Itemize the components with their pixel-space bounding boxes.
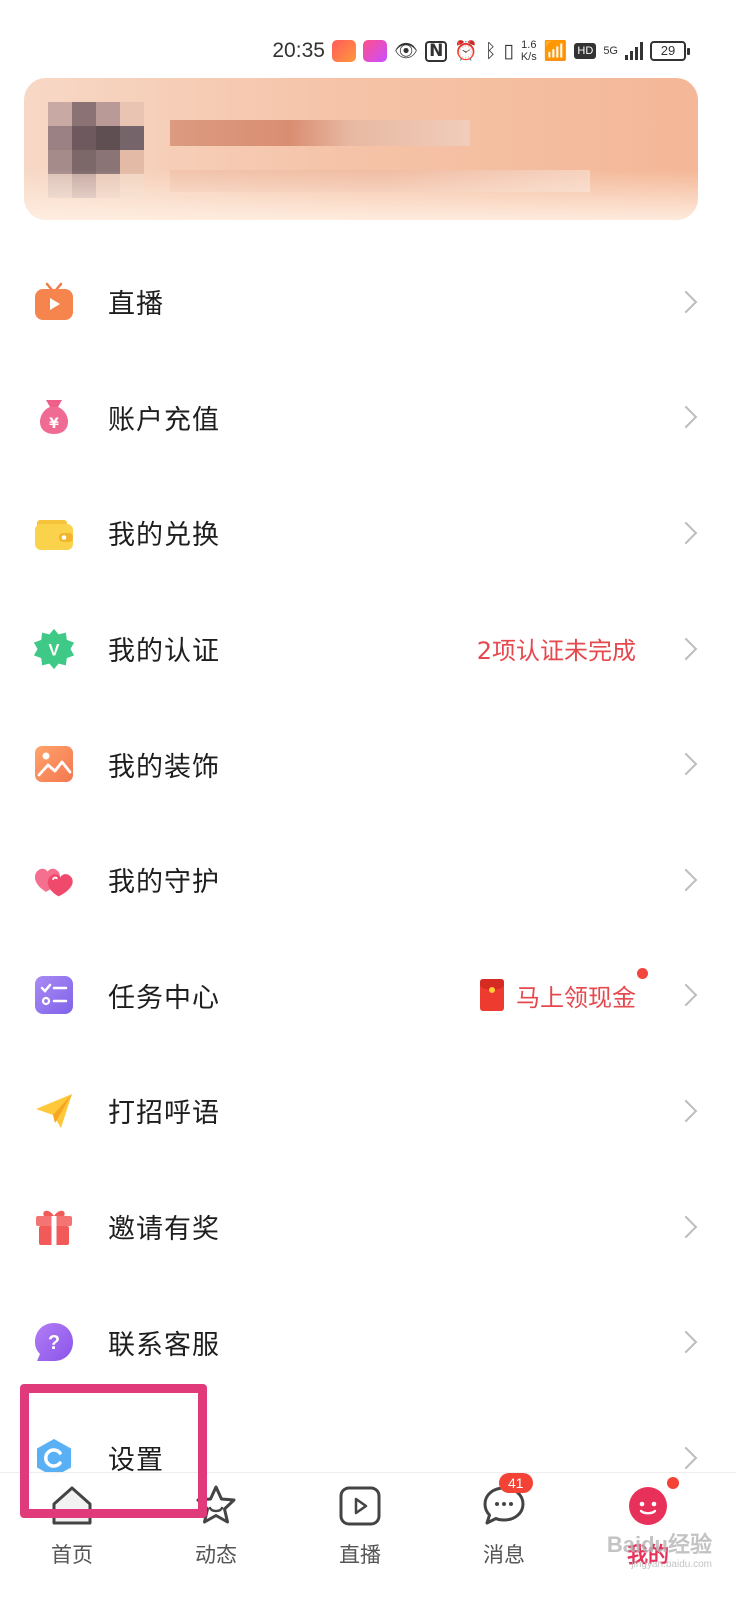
menu-list: 直播 ¥ 账户充值 我的兑换 V 我的认证 2项认证未完成 我的装饰 我的守护 … [0, 244, 736, 1516]
net-speed-value: 1.6 [521, 39, 537, 51]
verify-badge-icon: V [33, 628, 75, 670]
status-time: 20:35 [272, 39, 325, 62]
menu-item-label: 我的装饰 [108, 751, 220, 783]
tab-live[interactable]: 直播 [305, 1483, 415, 1593]
chevron-right-icon [674, 1215, 698, 1238]
app-notification-icon [331, 40, 356, 62]
menu-item-label: 联系客服 [108, 1329, 220, 1361]
live-play-icon [337, 1483, 383, 1529]
chevron-right-icon [674, 752, 698, 776]
hearts-icon [33, 859, 75, 901]
chevron-right-icon [674, 290, 698, 314]
hd-label: HD [574, 43, 597, 59]
menu-item-label: 账户充值 [108, 404, 220, 436]
chevron-right-icon [674, 637, 698, 660]
app-notification-icon [362, 40, 387, 62]
menu-item-invite[interactable]: 邀请有奖 [0, 1169, 736, 1285]
menu-item-exchange[interactable]: 我的兑换 [0, 475, 736, 591]
notification-dot [667, 1477, 679, 1489]
wallet-icon [33, 512, 75, 554]
watermark-text: Baidu经验 [606, 1532, 712, 1557]
alarm-icon: ⏰ [454, 39, 478, 62]
gift-icon [33, 1206, 75, 1248]
tab-label: 动态 [195, 1543, 237, 1567]
signal-icon [625, 42, 643, 60]
verify-status-text: 2项认证未完成 [476, 637, 636, 666]
red-envelope-icon [480, 979, 504, 1012]
menu-item-verify[interactable]: V 我的认证 2项认证未完成 [0, 591, 736, 707]
menu-item-recharge[interactable]: ¥ 账户充值 [0, 360, 736, 476]
chevron-right-icon [674, 1330, 698, 1354]
menu-item-decoration[interactable]: 我的装饰 [0, 706, 736, 822]
menu-item-label: 我的兑换 [108, 520, 220, 552]
chevron-right-icon [674, 868, 698, 892]
menu-item-customer-service[interactable]: ? 联系客服 [0, 1284, 736, 1400]
vibrate-icon: ▯ [503, 39, 514, 62]
tab-label: 消息 [483, 1543, 525, 1567]
menu-item-label: 直播 [108, 289, 164, 321]
tab-label: 首页 [51, 1543, 93, 1567]
menu-item-label: 邀请有奖 [108, 1214, 220, 1246]
menu-item-greeting[interactable]: 打招呼语 [0, 1053, 736, 1169]
watermark: Baidu经验 jingyan.baidu.com [607, 1527, 712, 1570]
menu-item-label: 打招呼语 [108, 1098, 220, 1130]
task-reward-text: 马上领现金 [516, 983, 636, 1012]
svg-text:¥: ¥ [49, 416, 59, 432]
unread-badge: 41 [499, 1473, 533, 1493]
nfc-icon: N [425, 40, 448, 62]
svg-text:V: V [49, 641, 60, 659]
menu-item-label: 任务中心 [108, 982, 220, 1014]
live-tv-icon [33, 281, 75, 323]
money-bag-icon: ¥ [33, 396, 75, 438]
menu-item-live[interactable]: 直播 [0, 244, 736, 360]
watermark-sub: jingyan.baidu.com [631, 1559, 712, 1570]
highlight-box [20, 1384, 207, 1518]
profile-fade [24, 170, 698, 220]
profile-card[interactable] [24, 78, 698, 220]
profile-icon [625, 1477, 679, 1529]
wifi-icon: 📶 [543, 39, 568, 62]
picture-icon [33, 743, 75, 785]
network-type: 5G [603, 45, 618, 57]
menu-item-label: 我的认证 [108, 636, 220, 668]
chevron-right-icon [674, 521, 698, 545]
username-placeholder [170, 120, 470, 146]
battery-icon: 29 [650, 41, 690, 61]
notification-dot [637, 967, 648, 979]
chevron-right-icon [674, 984, 698, 1007]
bluetooth-icon: ᛒ [484, 39, 497, 62]
message-icon: 41 [481, 1473, 533, 1529]
tab-label: 直播 [339, 1543, 381, 1567]
chevron-right-icon [674, 1099, 698, 1123]
chevron-right-icon [674, 406, 698, 429]
chevron-right-icon [674, 1446, 698, 1470]
net-speed: 1.6 K/s [521, 39, 537, 63]
menu-item-label: 我的守护 [108, 867, 220, 899]
status-bar: 20:35 👁 N ⏰ ᛒ ▯ 1.6 K/s 📶 HD 5G 29 [0, 0, 736, 70]
question-bubble-icon: ? [33, 1321, 75, 1363]
menu-item-task-center[interactable]: 任务中心 马上领现金 [0, 938, 736, 1054]
tab-messages[interactable]: 41 消息 [449, 1473, 559, 1593]
net-speed-unit: K/s [520, 51, 537, 63]
task-list-icon [33, 974, 75, 1016]
paper-plane-icon [33, 1090, 75, 1132]
svg-text:?: ? [48, 1332, 60, 1354]
menu-item-guard[interactable]: 我的守护 [0, 822, 736, 938]
eye-icon: 👁 [393, 39, 419, 62]
task-reward: 马上领现金 [480, 967, 648, 1013]
